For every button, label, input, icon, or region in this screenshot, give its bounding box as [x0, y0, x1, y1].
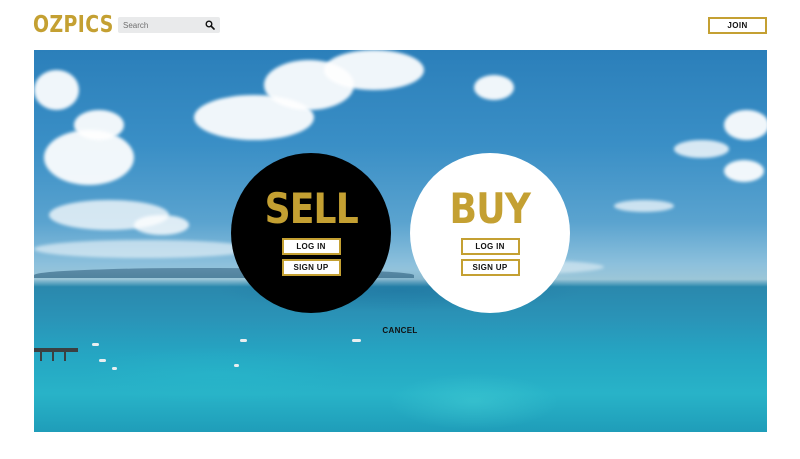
cloud: [34, 240, 254, 258]
cloud: [134, 215, 189, 235]
boat: [352, 339, 361, 342]
hero-background-image: [34, 50, 767, 432]
boat: [112, 367, 117, 370]
top-navigation-bar: OZPICS JOIN: [0, 0, 800, 50]
join-button[interactable]: JOIN: [708, 17, 767, 34]
sell-signup-button[interactable]: SIGN UP: [281, 259, 341, 276]
boat: [234, 364, 239, 367]
sell-panel: SELL LOG IN SIGN UP: [231, 153, 391, 313]
sell-login-button[interactable]: LOG IN: [281, 238, 341, 255]
buy-signup-button[interactable]: SIGN UP: [460, 259, 520, 276]
cloud: [474, 75, 514, 100]
boat: [240, 339, 247, 342]
cloud: [724, 160, 764, 182]
cloud: [34, 70, 79, 110]
buy-login-button[interactable]: LOG IN: [460, 238, 520, 255]
jetty-post: [52, 352, 54, 361]
buy-title: BUY: [449, 184, 531, 233]
cloud: [724, 110, 767, 140]
sell-title: SELL: [264, 184, 358, 233]
search-input[interactable]: [118, 17, 202, 33]
cloud: [74, 110, 124, 140]
buy-panel: BUY LOG IN SIGN UP: [410, 153, 570, 313]
search-box: [118, 17, 220, 33]
cloud: [674, 140, 729, 158]
cloud: [324, 50, 424, 90]
jetty-post: [40, 352, 42, 361]
jetty-post: [64, 352, 66, 361]
cloud: [614, 200, 674, 212]
boat: [92, 343, 99, 346]
cancel-button[interactable]: CANCEL: [380, 325, 420, 337]
ozpics-logo[interactable]: OZPICS: [33, 12, 114, 38]
boat: [99, 359, 106, 362]
search-icon[interactable]: [205, 20, 215, 30]
